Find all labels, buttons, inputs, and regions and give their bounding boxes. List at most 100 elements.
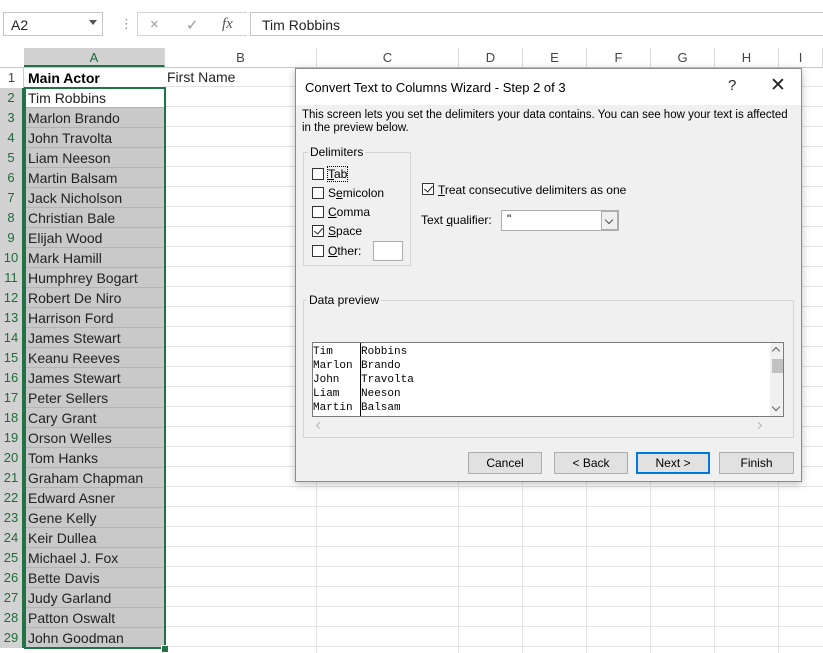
row-header[interactable]: 5 [0, 148, 24, 168]
cell-a28[interactable]: Patton Oswalt [25, 608, 165, 628]
row-header[interactable]: 29 [0, 628, 24, 648]
cell-a20[interactable]: Tom Hanks [25, 448, 165, 468]
consecutive-checkbox[interactable] [422, 183, 434, 195]
row-header[interactable]: 19 [0, 428, 24, 448]
row-header[interactable]: 16 [0, 368, 24, 388]
scroll-right-icon[interactable] [754, 421, 763, 430]
name-box-value[interactable]: A2 [11, 17, 28, 33]
row-header[interactable]: 12 [0, 288, 24, 308]
row-header[interactable]: 3 [0, 108, 24, 128]
row-header[interactable]: 10 [0, 248, 24, 268]
dialog-titlebar[interactable]: Convert Text to Columns Wizard - Step 2 … [296, 69, 801, 105]
delimiter-label[interactable]: Semicolon [328, 186, 384, 200]
cell-a21[interactable]: Graham Chapman [25, 468, 165, 488]
column-header-d[interactable]: D [459, 48, 523, 67]
cell-a5[interactable]: Liam Neeson [25, 148, 165, 168]
scroll-left-icon[interactable] [315, 421, 324, 430]
cell-a10[interactable]: Mark Hamill [25, 248, 165, 268]
row-header[interactable]: 6 [0, 168, 24, 188]
column-header-f[interactable]: F [587, 48, 651, 67]
delimiter-checkbox[interactable] [312, 187, 324, 199]
cell-a7[interactable]: Jack Nicholson [25, 188, 165, 208]
help-icon[interactable]: ? [728, 77, 736, 94]
cell-a29[interactable]: John Goodman [25, 628, 165, 648]
row-header[interactable]: 17 [0, 388, 24, 408]
cell-a26[interactable]: Bette Davis [25, 568, 165, 588]
preview-vertical-scrollbar[interactable] [770, 343, 783, 416]
cell-a23[interactable]: Gene Kelly [25, 508, 165, 528]
row-header[interactable]: 11 [0, 268, 24, 288]
delimiter-checkbox[interactable] [312, 168, 324, 180]
delimiter-label[interactable]: Other: [328, 244, 361, 258]
cell-a14[interactable]: James Stewart [25, 328, 165, 348]
row-header[interactable]: 25 [0, 548, 24, 568]
cell-a19[interactable]: Orson Welles [25, 428, 165, 448]
cell-a1-header[interactable]: Main Actor [25, 68, 165, 88]
row-header[interactable]: 20 [0, 448, 24, 468]
column-header-e[interactable]: E [523, 48, 587, 67]
cell-a13[interactable]: Harrison Ford [25, 308, 165, 328]
cancel-button[interactable]: Cancel [468, 452, 542, 474]
cancel-icon[interactable]: × [150, 16, 159, 33]
row-header[interactable]: 13 [0, 308, 24, 328]
row-header[interactable]: 27 [0, 588, 24, 608]
row-header[interactable]: 21 [0, 468, 24, 488]
row-header[interactable]: 18 [0, 408, 24, 428]
row-header[interactable]: 2 [0, 88, 24, 108]
scroll-down-icon[interactable] [771, 402, 781, 412]
cell-a24[interactable]: Keir Dullea [25, 528, 165, 548]
cell-a15[interactable]: Keanu Reeves [25, 348, 165, 368]
delimiter-checkbox[interactable] [312, 245, 324, 257]
other-delimiter-input[interactable] [373, 241, 403, 261]
row-header[interactable]: 15 [0, 348, 24, 368]
row-header[interactable]: 22 [0, 488, 24, 508]
column-header-c[interactable]: C [317, 48, 459, 67]
text-qualifier-select[interactable]: " [501, 210, 619, 231]
cell-a3[interactable]: Marlon Brando [25, 108, 165, 128]
cell-b1[interactable]: First Name [167, 69, 235, 85]
cell-a12[interactable]: Robert De Niro [25, 288, 165, 308]
delimiter-checkbox[interactable] [312, 206, 324, 218]
column-header-b[interactable]: B [165, 48, 317, 67]
row-header[interactable]: 23 [0, 508, 24, 528]
cell-a27[interactable]: Judy Garland [25, 588, 165, 608]
cell-a6[interactable]: Martin Balsam [25, 168, 165, 188]
cell-a9[interactable]: Elijah Wood [25, 228, 165, 248]
row-header[interactable]: 1 [0, 68, 24, 88]
back-button[interactable]: < Back [554, 452, 628, 474]
row-header[interactable]: 26 [0, 568, 24, 588]
scroll-up-icon[interactable] [771, 346, 781, 356]
row-header[interactable]: 7 [0, 188, 24, 208]
cell-a2[interactable]: Tim Robbins [25, 88, 165, 108]
chevron-down-icon[interactable] [89, 20, 97, 25]
column-header-a[interactable]: A [24, 48, 165, 67]
cell-a16[interactable]: James Stewart [25, 368, 165, 388]
row-header[interactable]: 9 [0, 228, 24, 248]
close-icon[interactable]: ✕ [770, 74, 786, 97]
text-qualifier-value[interactable]: " [507, 212, 511, 226]
finish-button[interactable]: Finish [719, 452, 794, 474]
formula-input[interactable]: Tim Robbins [250, 12, 823, 36]
insert-function-icon[interactable]: fx [222, 16, 233, 33]
cell-a18[interactable]: Cary Grant [25, 408, 165, 428]
column-header-g[interactable]: G [651, 48, 715, 67]
cell-a4[interactable]: John Travolta [25, 128, 165, 148]
cell-a22[interactable]: Edward Asner [25, 488, 165, 508]
row-header[interactable]: 4 [0, 128, 24, 148]
cell-a25[interactable]: Michael J. Fox [25, 548, 165, 568]
delimiter-label[interactable]: Tab [326, 166, 349, 182]
more-icon[interactable]: ⋮ [120, 17, 133, 31]
column-header-i[interactable]: I [779, 48, 823, 67]
select-all-corner[interactable] [0, 48, 24, 67]
delimiter-checkbox[interactable] [312, 225, 324, 237]
column-header-h[interactable]: H [715, 48, 779, 67]
row-header[interactable]: 24 [0, 528, 24, 548]
consecutive-label[interactable]: Treat consecutive delimiters as one [438, 183, 626, 197]
delimiter-label[interactable]: Space [328, 224, 362, 238]
fill-handle[interactable] [161, 645, 169, 653]
data-preview[interactable]: Tim Robbins Marlon Brando John Travolta Liam Ne… [312, 342, 784, 417]
enter-icon[interactable]: ✓ [186, 16, 199, 34]
next-button[interactable]: Next > [636, 452, 710, 474]
name-box[interactable]: A2 [3, 12, 103, 36]
scroll-thumb[interactable] [772, 359, 783, 373]
